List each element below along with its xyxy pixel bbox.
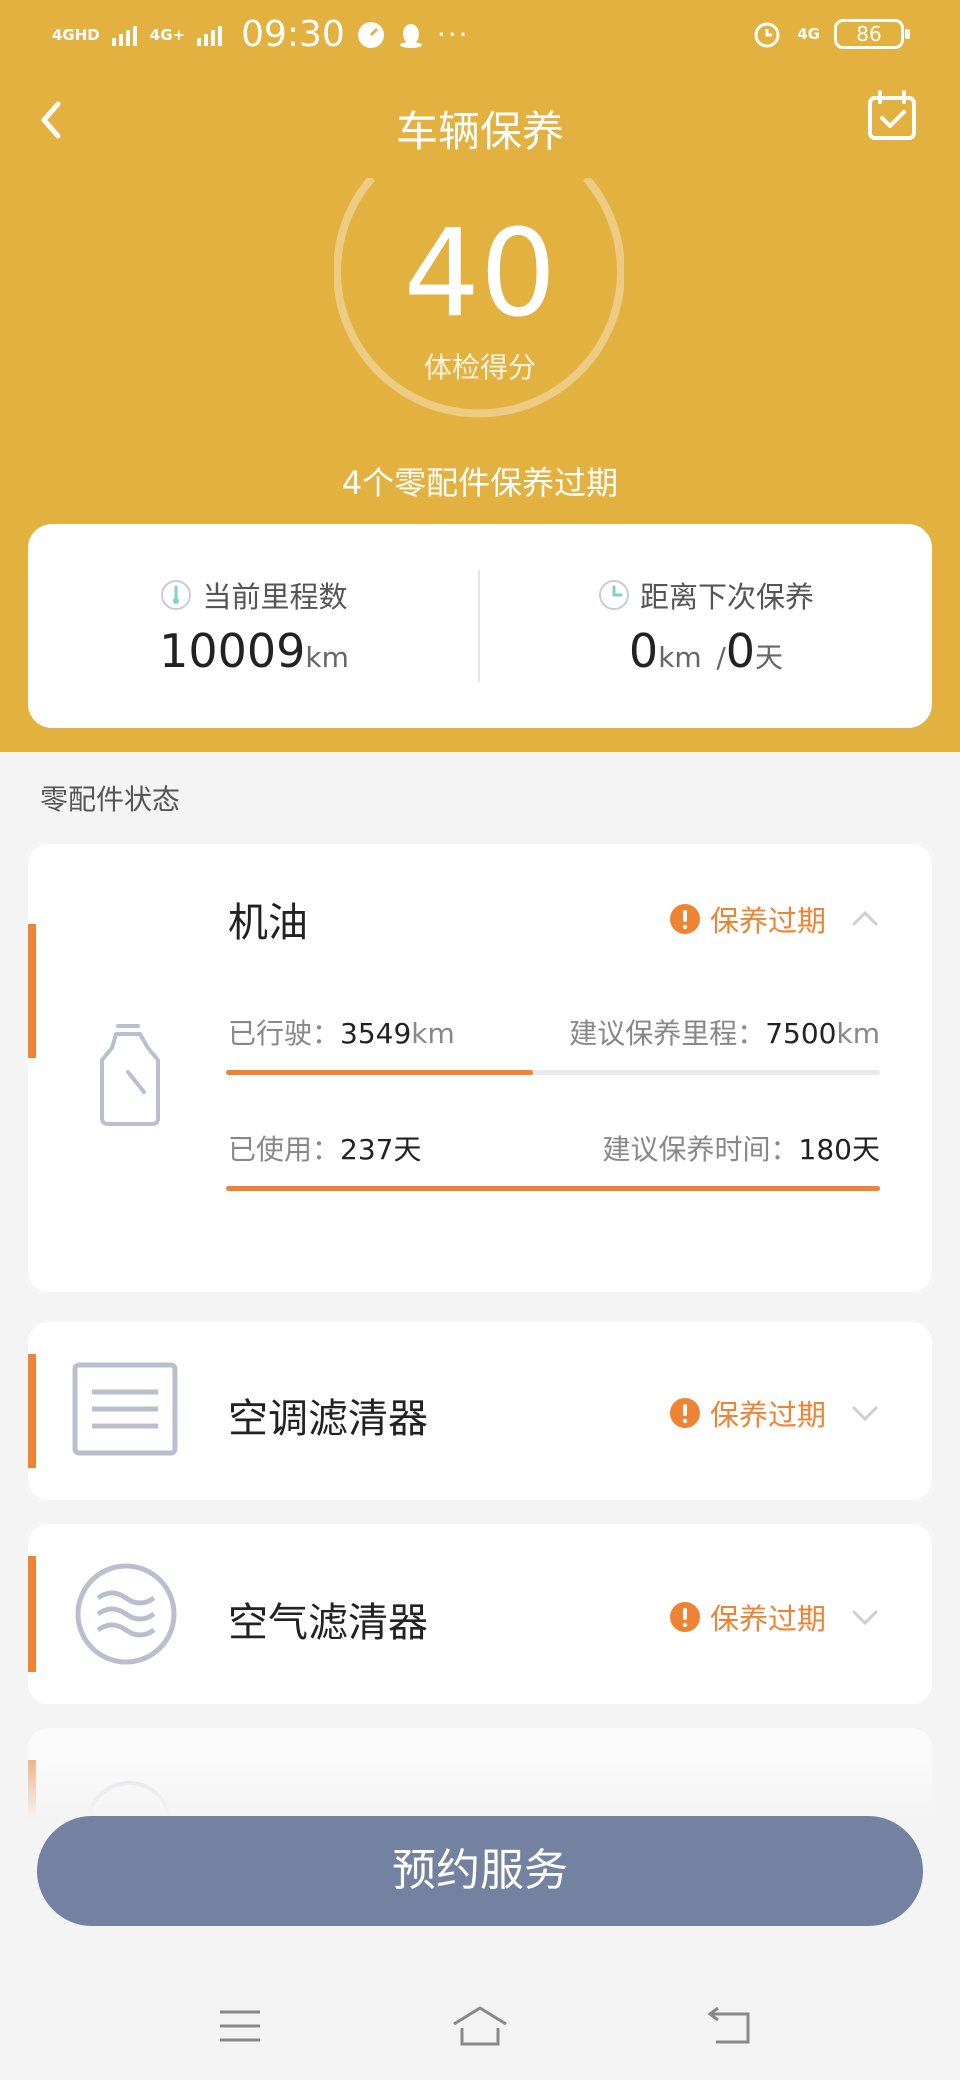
signal-4gplus: 4G+	[149, 25, 186, 44]
section-title: 零配件状态	[40, 783, 181, 816]
next-separator: /	[716, 641, 726, 674]
score-value: 40	[403, 205, 557, 344]
used-unit: 天	[393, 1133, 422, 1166]
time-progress-fill	[226, 1186, 880, 1191]
status-accent-bar	[28, 924, 36, 1058]
suggest-time-row: 建议保养时间：180天	[603, 1128, 880, 1168]
next-day-unit: 天	[755, 641, 784, 674]
signal-4g: 4G	[797, 25, 820, 43]
reserve-service-button[interactable]: 预约服务	[37, 1816, 923, 1926]
menu-icon[interactable]	[210, 1996, 270, 2056]
status-accent-bar	[28, 1354, 36, 1468]
warning-icon	[669, 1398, 700, 1428]
used-row: 已使用：237天	[228, 1128, 421, 1168]
part-card-air-filter[interactable]: 空气滤清器 保养过期	[28, 1524, 932, 1704]
driven-unit: km	[411, 1017, 455, 1050]
driven-label: 已行驶：	[228, 1017, 341, 1050]
alarm-icon	[754, 22, 780, 48]
calendar-check-icon[interactable]	[862, 86, 922, 146]
driven-value: 3549	[340, 1017, 412, 1050]
part-name: 机油	[228, 900, 308, 946]
status-text: 保养过期	[709, 1398, 826, 1432]
status-text: 保养过期	[709, 904, 826, 938]
mileage-progress-track	[226, 1070, 880, 1075]
status-badge: 保养过期	[669, 898, 880, 940]
signal-bars-icon	[111, 25, 137, 46]
chevron-down-icon[interactable]	[850, 1398, 880, 1428]
nav-bar: 车辆保养	[0, 76, 960, 176]
status-badge: 保养过期	[669, 1596, 880, 1638]
used-label: 已使用：	[228, 1133, 341, 1166]
expired-summary: 4个零配件保养过期	[341, 464, 619, 502]
next-maintenance-label: 距离下次保养	[639, 580, 814, 614]
score-label: 体检得分	[423, 351, 536, 384]
mileage-progress-fill	[226, 1070, 534, 1075]
suggest-km-unit: km	[836, 1017, 881, 1050]
ac-filter-icon	[72, 1362, 178, 1456]
air-filter-icon	[75, 1563, 177, 1665]
qq-penguin-icon	[399, 23, 422, 48]
warning-icon	[669, 904, 700, 934]
mileage-stat: 当前里程数 10009km	[28, 524, 480, 728]
part-name: 空调滤清器	[228, 1396, 428, 1442]
chevron-down-icon[interactable]	[850, 1602, 880, 1632]
mileage-unit: km	[305, 641, 349, 674]
battery-indicator: 86	[834, 19, 910, 49]
suggest-time-unit: 天	[851, 1133, 880, 1166]
status-badge: 保养过期	[669, 1392, 880, 1434]
signal-4ghd: 4GHD	[52, 25, 100, 44]
clock-icon	[598, 580, 629, 610]
status-accent-bar	[28, 1556, 36, 1672]
more-dots-icon: ···	[436, 18, 470, 51]
part-card-ac-filter[interactable]: 空调滤清器 保养过期	[28, 1322, 932, 1500]
part-name: 空气滤清器	[228, 1600, 428, 1646]
time-progress-track	[226, 1186, 880, 1191]
back-nav-icon[interactable]	[700, 1996, 760, 2056]
suggest-time-value: 180	[798, 1133, 852, 1166]
used-value: 237	[340, 1133, 394, 1166]
driven-row: 已行驶：3549km	[228, 1012, 455, 1052]
speed-icon	[357, 21, 384, 48]
chevron-up-icon[interactable]	[850, 904, 880, 934]
system-nav-bar	[0, 1968, 960, 2080]
next-km-unit: km	[658, 641, 702, 674]
status-bar: 4GHD 4G+ 09:30 ··· 4G 86	[0, 0, 960, 76]
stats-card: 当前里程数 10009km 距离下次保养 0km /0天	[28, 524, 932, 728]
next-km-value: 0	[628, 624, 659, 678]
warning-icon	[669, 1602, 700, 1632]
home-icon[interactable]	[450, 1996, 510, 2056]
oil-bottle-icon	[100, 1024, 160, 1126]
suggest-km-label: 建议保养里程：	[569, 1017, 766, 1050]
next-day-value: 0	[725, 624, 756, 678]
status-text: 保养过期	[709, 1602, 826, 1636]
mileage-label: 当前里程数	[202, 580, 348, 614]
header-background: 4GHD 4G+ 09:30 ··· 4G 86 车辆保养 40 体检得分 4个…	[0, 0, 960, 752]
suggest-km-row: 建议保养里程：7500km	[569, 1012, 880, 1052]
suggest-time-label: 建议保养时间：	[602, 1133, 799, 1166]
thermometer-icon	[161, 580, 192, 610]
next-maintenance-stat: 距离下次保养 0km /0天	[480, 524, 932, 728]
signal-bars-icon	[197, 25, 223, 46]
part-card-oil[interactable]: 机油 保养过期 已行驶：3549km 建议保养里程：7500km 已使用：237…	[28, 844, 932, 1292]
mileage-value: 10009	[159, 624, 306, 678]
page-title: 车辆保养	[395, 107, 564, 156]
status-time: 09:30	[241, 14, 345, 55]
suggest-km-value: 7500	[765, 1017, 837, 1050]
